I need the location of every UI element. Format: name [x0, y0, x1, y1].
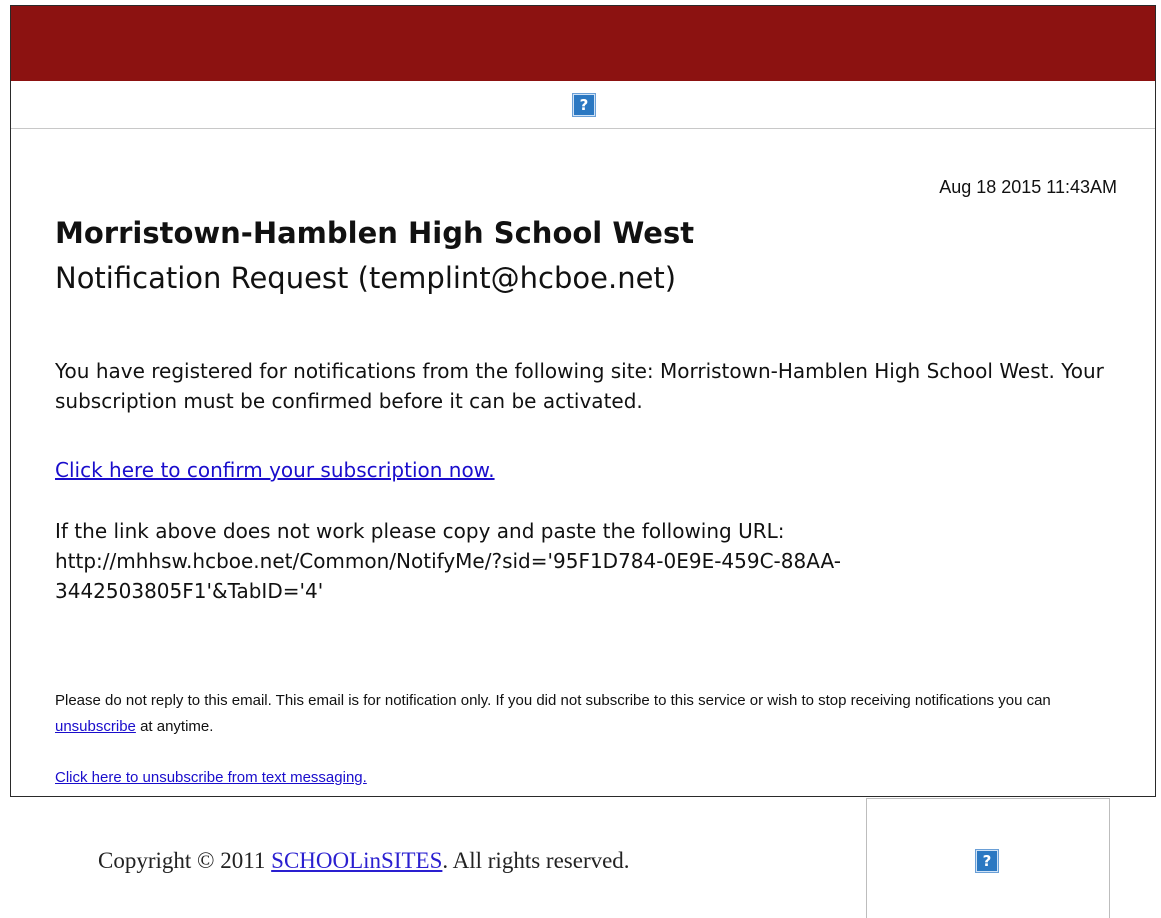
broken-image-icon: ?: [975, 849, 999, 873]
unsubscribe-link[interactable]: unsubscribe: [55, 718, 136, 735]
school-name-heading: Morristown-Hamblen High School West: [55, 216, 695, 250]
disclaimer-text-end: at anytime.: [140, 718, 214, 735]
copyright-text-end: . All rights reserved.: [442, 848, 630, 873]
email-date: Aug 18 2015 11:43AM: [939, 177, 1117, 197]
intro-paragraph: You have registered for notifications fr…: [55, 359, 1104, 413]
notification-title: Notification Request (templint@hcboe.net…: [55, 261, 677, 295]
header-banner: [11, 6, 1155, 81]
unsubscribe-text-messaging-link[interactable]: Click here to unsubscribe from text mess…: [55, 769, 367, 786]
confirm-subscription-link[interactable]: Click here to confirm your subscription …: [55, 458, 495, 482]
copyright-notice: Copyright © 2011 SCHOOLinSITES. All righ…: [98, 848, 630, 874]
schoolinsites-link[interactable]: SCHOOLinSITES: [271, 848, 442, 873]
url-text-line-2: 3442503805F1'&TabID='4': [55, 579, 324, 603]
copyright-text: Copyright © 2011: [98, 848, 266, 873]
url-intro-text: If the link above does not work please c…: [55, 519, 785, 543]
url-text-line-1: http://mhhsw.hcboe.net/Common/NotifyMe/?…: [55, 549, 841, 573]
disclaimer-text: Please do not reply to this email. This …: [55, 692, 1051, 709]
footer-image-box: ?: [866, 798, 1110, 918]
email-frame: ? Aug 18 2015 11:43AM Morristown-Hamblen…: [10, 5, 1156, 797]
broken-image-icon: ?: [572, 93, 596, 117]
url-paragraph: If the link above does not work please c…: [55, 516, 1125, 606]
disclaimer-paragraph: Please do not reply to this email. This …: [55, 688, 1135, 740]
header-image-row: ?: [11, 81, 1155, 129]
